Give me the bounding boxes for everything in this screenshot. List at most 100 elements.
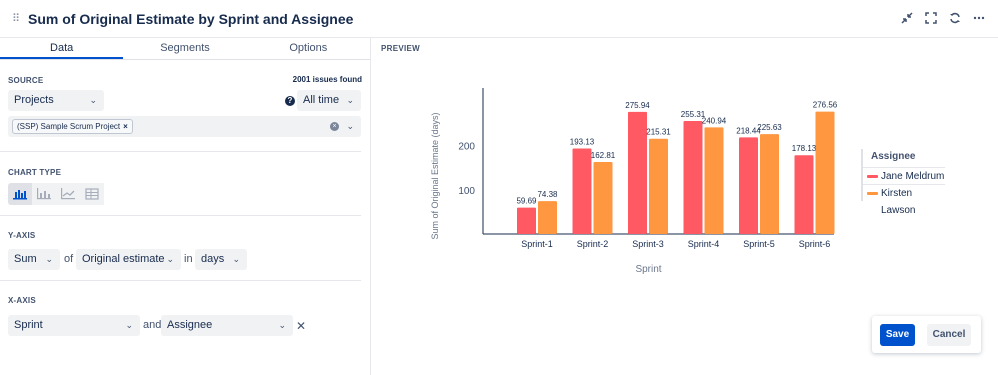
legend-item[interactable]: Kirsten Lawson bbox=[863, 184, 945, 216]
minimize-icon[interactable] bbox=[898, 9, 916, 27]
bar bbox=[794, 155, 814, 234]
x-tick-label: Sprint-4 bbox=[688, 239, 720, 249]
project-tag-label: (SSP) Sample Scrum Project bbox=[17, 122, 121, 131]
bar bbox=[628, 111, 647, 234]
aggregation-value: Sum bbox=[14, 253, 37, 265]
legend-swatch bbox=[867, 175, 878, 178]
chart-type-toggle bbox=[8, 183, 104, 205]
data-label: 178.13 bbox=[792, 144, 817, 153]
chevron-down-icon: ⌄ bbox=[346, 95, 354, 105]
segment-select[interactable]: Assignee ⌄ bbox=[161, 315, 293, 336]
x-tick-label: Sprint-2 bbox=[577, 239, 609, 249]
clear-icon[interactable]: × bbox=[330, 122, 339, 131]
tab-data[interactable]: Data bbox=[0, 38, 124, 59]
y-tick-label: 100 bbox=[458, 186, 475, 197]
source-type-select[interactable]: Projects ⌄ bbox=[8, 90, 104, 111]
stacked-bar-icon[interactable] bbox=[32, 183, 56, 205]
data-label: 276.56 bbox=[813, 101, 838, 110]
bar bbox=[760, 134, 779, 234]
save-button[interactable]: Save bbox=[880, 324, 915, 346]
bar bbox=[538, 201, 557, 234]
data-label: 162.81 bbox=[591, 151, 616, 160]
time-range-select[interactable]: All time ⌄ bbox=[297, 90, 361, 111]
data-label: 193.13 bbox=[570, 138, 595, 147]
remove-segment-icon[interactable]: ✕ bbox=[296, 319, 306, 333]
chevron-down-icon: ⌄ bbox=[166, 254, 174, 264]
legend-swatch bbox=[867, 192, 878, 195]
y-field-select[interactable]: Original estimate ⌄ bbox=[76, 249, 181, 270]
table-icon[interactable] bbox=[80, 183, 104, 205]
issues-found-count: 2001 issues found bbox=[292, 75, 362, 84]
bar bbox=[593, 161, 613, 234]
legend-item[interactable]: Jane Meldrum bbox=[863, 167, 945, 184]
divider bbox=[0, 280, 361, 281]
chevron-down-icon: ⌄ bbox=[89, 95, 97, 105]
legend-label: Jane Meldrum bbox=[881, 171, 945, 182]
fullscreen-icon[interactable] bbox=[922, 9, 940, 27]
data-label: 240.94 bbox=[702, 116, 727, 125]
line-chart-icon[interactable] bbox=[56, 183, 80, 205]
tab-segments[interactable]: Segments bbox=[123, 38, 246, 59]
more-icon[interactable] bbox=[970, 9, 988, 27]
project-tag: (SSP) Sample Scrum Project × bbox=[12, 119, 133, 134]
legend-title: Assignee bbox=[871, 151, 916, 162]
x-axis-label: X-AXIS bbox=[8, 296, 36, 305]
x-axis-title: Sprint bbox=[635, 264, 661, 275]
legend-label: Kirsten Lawson bbox=[881, 188, 916, 216]
of-text: of bbox=[64, 253, 74, 265]
config-panel: Data Segments Options SOURCE 2001 issues… bbox=[0, 38, 371, 375]
divider bbox=[0, 215, 361, 216]
chart-legend: Assignee Jane Meldrum Kirsten Lawson bbox=[861, 149, 945, 216]
bar bbox=[739, 137, 758, 234]
header-actions bbox=[898, 9, 988, 27]
x-tick-label: Sprint-5 bbox=[743, 239, 775, 249]
data-label: 59.69 bbox=[516, 197, 537, 206]
unit-value: days bbox=[201, 253, 225, 265]
bar bbox=[704, 127, 724, 234]
divider bbox=[0, 151, 361, 152]
y-field-value: Original estimate bbox=[82, 253, 165, 265]
unit-select[interactable]: days ⌄ bbox=[195, 249, 247, 270]
source-label: SOURCE bbox=[8, 76, 44, 85]
bar bbox=[815, 111, 835, 234]
chevron-down-icon[interactable]: ⌄ bbox=[346, 116, 354, 137]
preview-panel: PREVIEW 100 200 59.69 74.38 Sprint-1 193.13 16… bbox=[372, 38, 998, 375]
chart-type-label: CHART TYPE bbox=[8, 168, 62, 177]
action-panel: Save Cancel bbox=[872, 316, 981, 353]
time-range-value: All time bbox=[303, 94, 340, 106]
drag-handle-icon[interactable]: ⠿ bbox=[12, 12, 20, 25]
chevron-down-icon: ⌄ bbox=[125, 320, 133, 330]
y-axis-title: Sum of Original Estimate (days) bbox=[430, 112, 440, 239]
project-select[interactable]: (SSP) Sample Scrum Project × × ⌄ bbox=[8, 116, 361, 137]
aggregation-select[interactable]: Sum ⌄ bbox=[8, 249, 60, 270]
help-icon[interactable]: ? bbox=[285, 96, 295, 106]
segment-value: Assignee bbox=[167, 319, 213, 331]
bar bbox=[517, 207, 536, 234]
page-title: Sum of Original Estimate by Sprint and A… bbox=[28, 11, 354, 27]
cancel-button[interactable]: Cancel bbox=[927, 324, 971, 346]
source-type-value: Projects bbox=[14, 94, 54, 106]
bar-chart-icon[interactable] bbox=[8, 183, 32, 205]
data-label: 74.38 bbox=[537, 190, 558, 199]
data-label: 215.31 bbox=[646, 128, 671, 137]
refresh-icon[interactable] bbox=[946, 9, 964, 27]
bar bbox=[572, 148, 592, 234]
x-tick-label: Sprint-1 bbox=[521, 239, 553, 249]
chevron-down-icon: ⌄ bbox=[278, 320, 286, 330]
bar bbox=[649, 138, 668, 234]
gadget-header: ⠿ Sum of Original Estimate by Sprint and… bbox=[0, 0, 998, 38]
bar bbox=[683, 121, 703, 234]
remove-tag-icon[interactable]: × bbox=[123, 122, 128, 131]
data-label: 225.63 bbox=[757, 123, 782, 132]
chevron-down-icon: ⌄ bbox=[45, 254, 53, 264]
x-field-select[interactable]: Sprint ⌄ bbox=[8, 315, 140, 336]
in-text: in bbox=[184, 253, 193, 265]
y-tick-label: 200 bbox=[458, 142, 475, 153]
config-tabs: Data Segments Options bbox=[0, 38, 370, 60]
data-label: 275.94 bbox=[625, 101, 650, 110]
y-axis-label: Y-AXIS bbox=[8, 231, 36, 240]
x-tick-label: Sprint-3 bbox=[632, 239, 664, 249]
x-field-value: Sprint bbox=[14, 319, 43, 331]
chevron-down-icon: ⌄ bbox=[232, 254, 240, 264]
tab-options[interactable]: Options bbox=[247, 38, 370, 59]
